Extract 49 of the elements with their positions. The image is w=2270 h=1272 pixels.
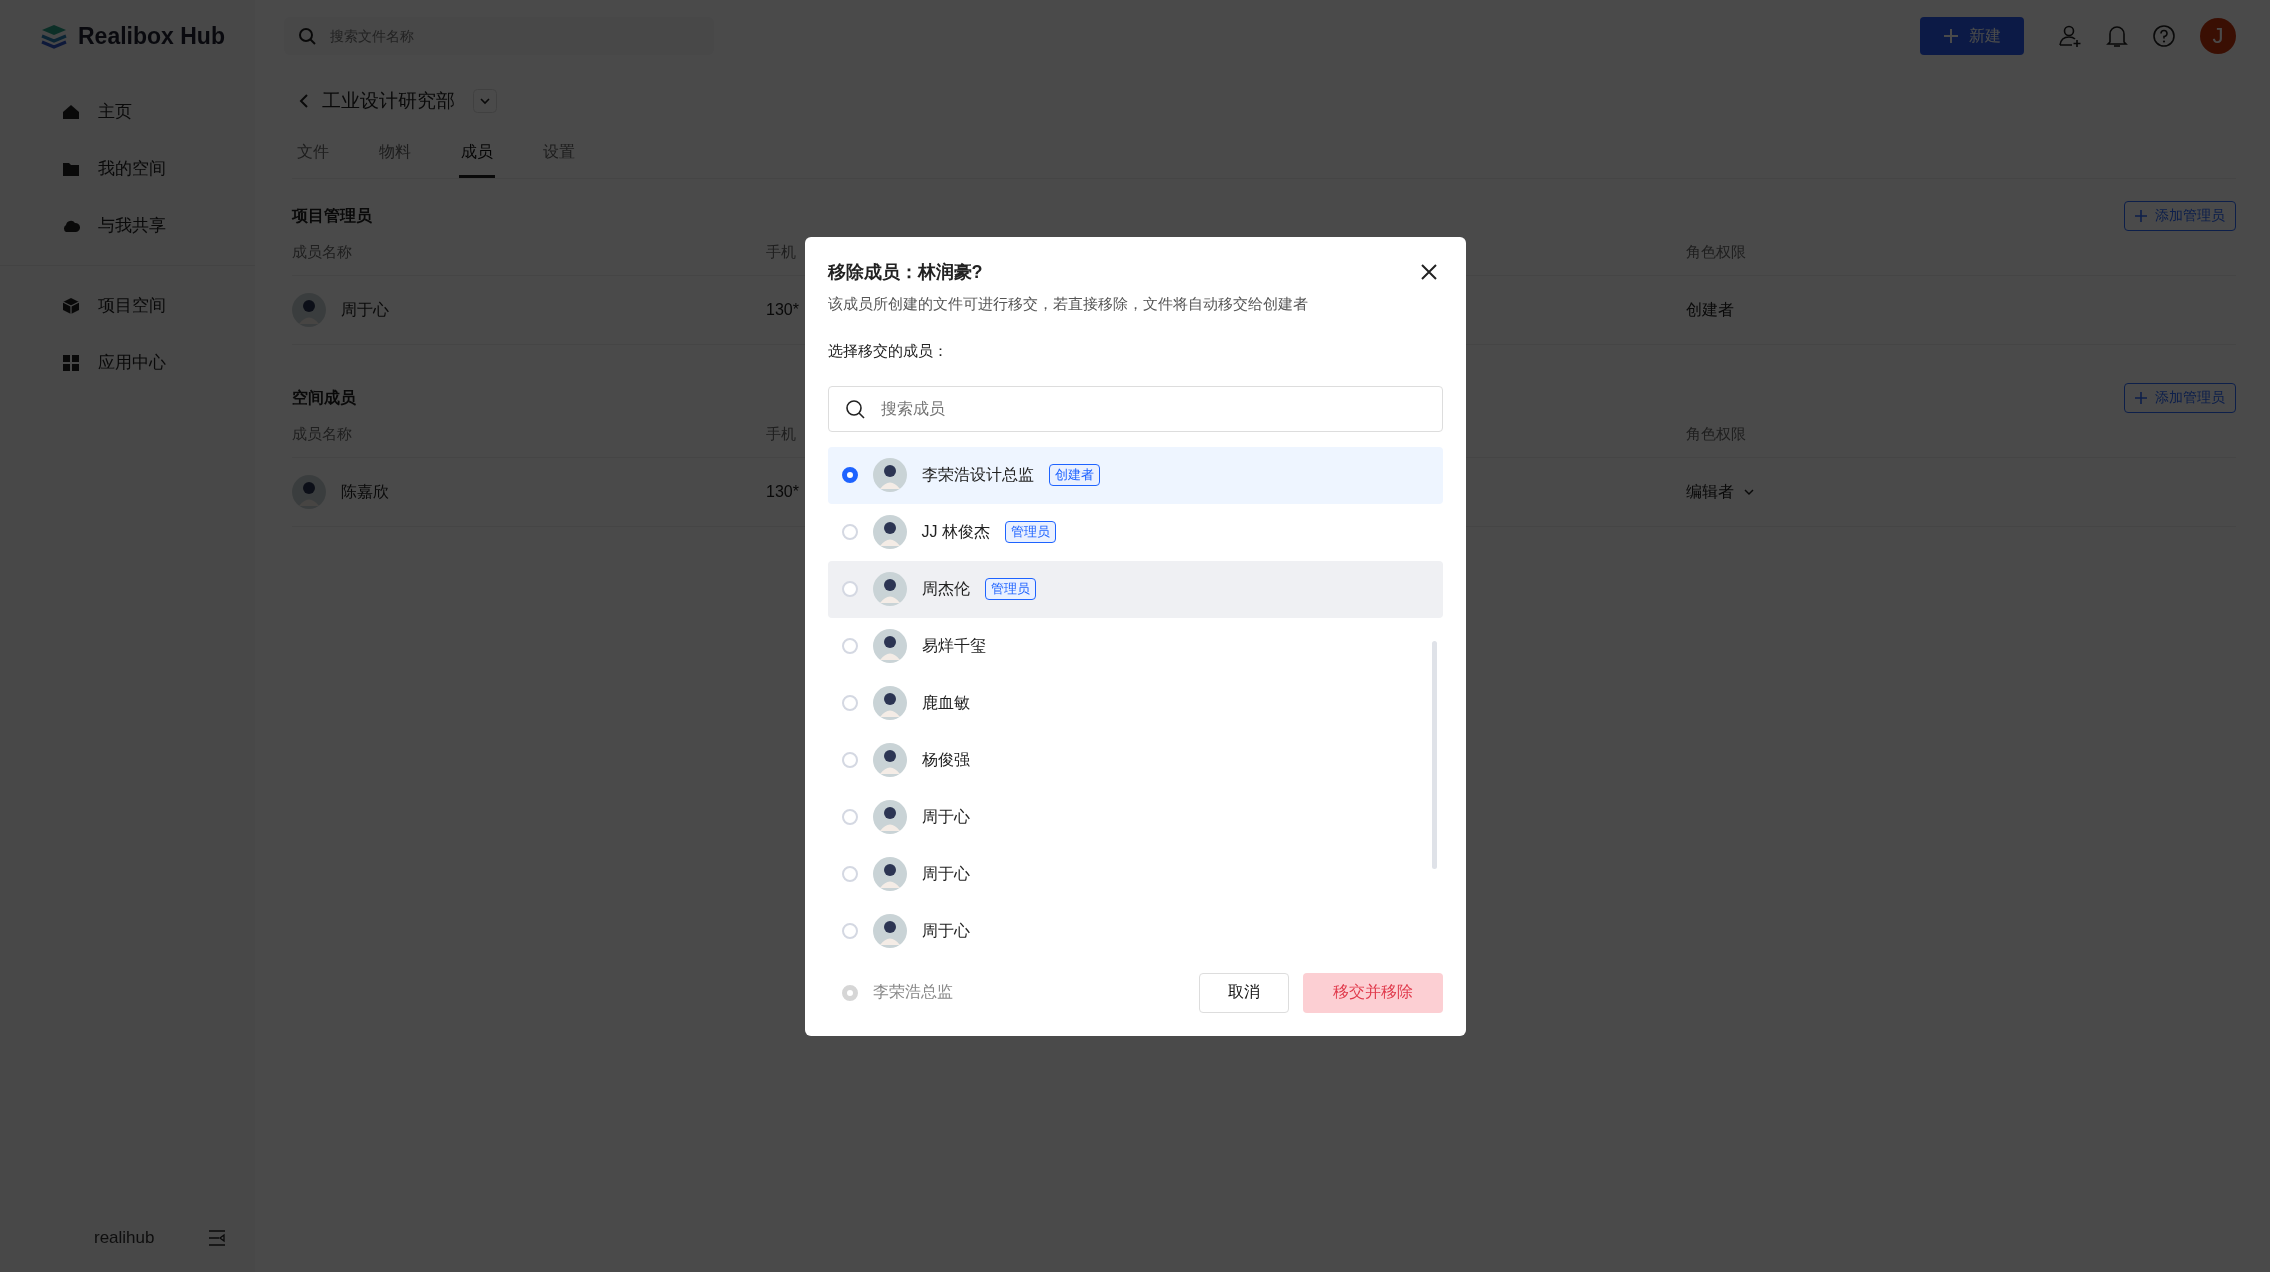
search-icon: [844, 398, 865, 419]
page-title: 工业设计研究部: [322, 89, 455, 113]
avatar-icon: [872, 458, 907, 492]
dialog-description: 该成员所创建的文件可进行移交，若直接移除，文件将自动移交给创建者: [827, 294, 1309, 314]
member-name: 周于心: [921, 920, 970, 941]
member-option[interactable]: 鹿血敏: [827, 674, 1443, 732]
selected-member-label: 李荣浩总监: [872, 982, 953, 1002]
member-name: 杨俊强: [921, 749, 970, 770]
phone-cell: 130*: [766, 483, 799, 500]
member-name: 鹿血敏: [921, 692, 970, 713]
section-title: 空间成员: [292, 387, 356, 408]
member-name: 李荣浩设计总监: [921, 464, 1034, 485]
member-option[interactable]: 周于心: [827, 845, 1443, 903]
member-name: 周于心: [921, 863, 970, 884]
member-option[interactable]: JJ 林俊杰 管理员: [827, 503, 1443, 561]
user-name: realihub: [94, 1228, 155, 1248]
role-cell-text: 创建者: [1686, 299, 1734, 320]
member-option[interactable]: 李荣浩设计总监 创建者: [827, 446, 1443, 504]
avatar-icon: [872, 515, 907, 549]
member-name: 易烊千玺: [921, 635, 986, 656]
radio-button[interactable]: [841, 467, 858, 483]
phone-cell: 130*: [766, 301, 799, 318]
member-option[interactable]: 易烊千玺: [827, 617, 1443, 675]
member-name: 周于心: [341, 299, 389, 320]
member-option[interactable]: 周杰伦 管理员: [827, 560, 1443, 618]
member-option[interactable]: 周于心: [827, 788, 1443, 846]
avatar-icon: [872, 800, 907, 834]
member-name: JJ 林俊杰: [921, 521, 990, 542]
role-tag: 管理员: [1004, 521, 1056, 543]
member-name: 周于心: [921, 806, 970, 827]
member-name: 陈嘉欣: [341, 481, 389, 502]
section-title: 项目管理员: [292, 205, 372, 226]
member-option[interactable]: 周于心: [827, 902, 1443, 960]
transfer-prompt: 选择移交的成员：: [827, 341, 949, 361]
avatar-icon: [872, 743, 907, 777]
avatar-icon: [872, 857, 907, 891]
role-tag: 创建者: [1048, 464, 1100, 486]
avatar-icon: [872, 629, 907, 663]
scrollbar-thumb[interactable]: [1431, 640, 1437, 869]
avatar-icon: [872, 914, 907, 948]
avatar-icon: [872, 572, 907, 606]
role-tag: 管理员: [984, 578, 1036, 600]
member-name: 周杰伦: [921, 578, 970, 599]
close-icon[interactable]: [1420, 263, 1437, 280]
avatar-icon: [872, 686, 907, 720]
dialog-title: 移除成员：林润豪?: [827, 260, 983, 284]
app-logo-text: Realibox Hub: [78, 22, 225, 50]
member-option[interactable]: 杨俊强: [827, 731, 1443, 789]
member-search-field[interactable]: 搜索成员: [827, 385, 1443, 432]
